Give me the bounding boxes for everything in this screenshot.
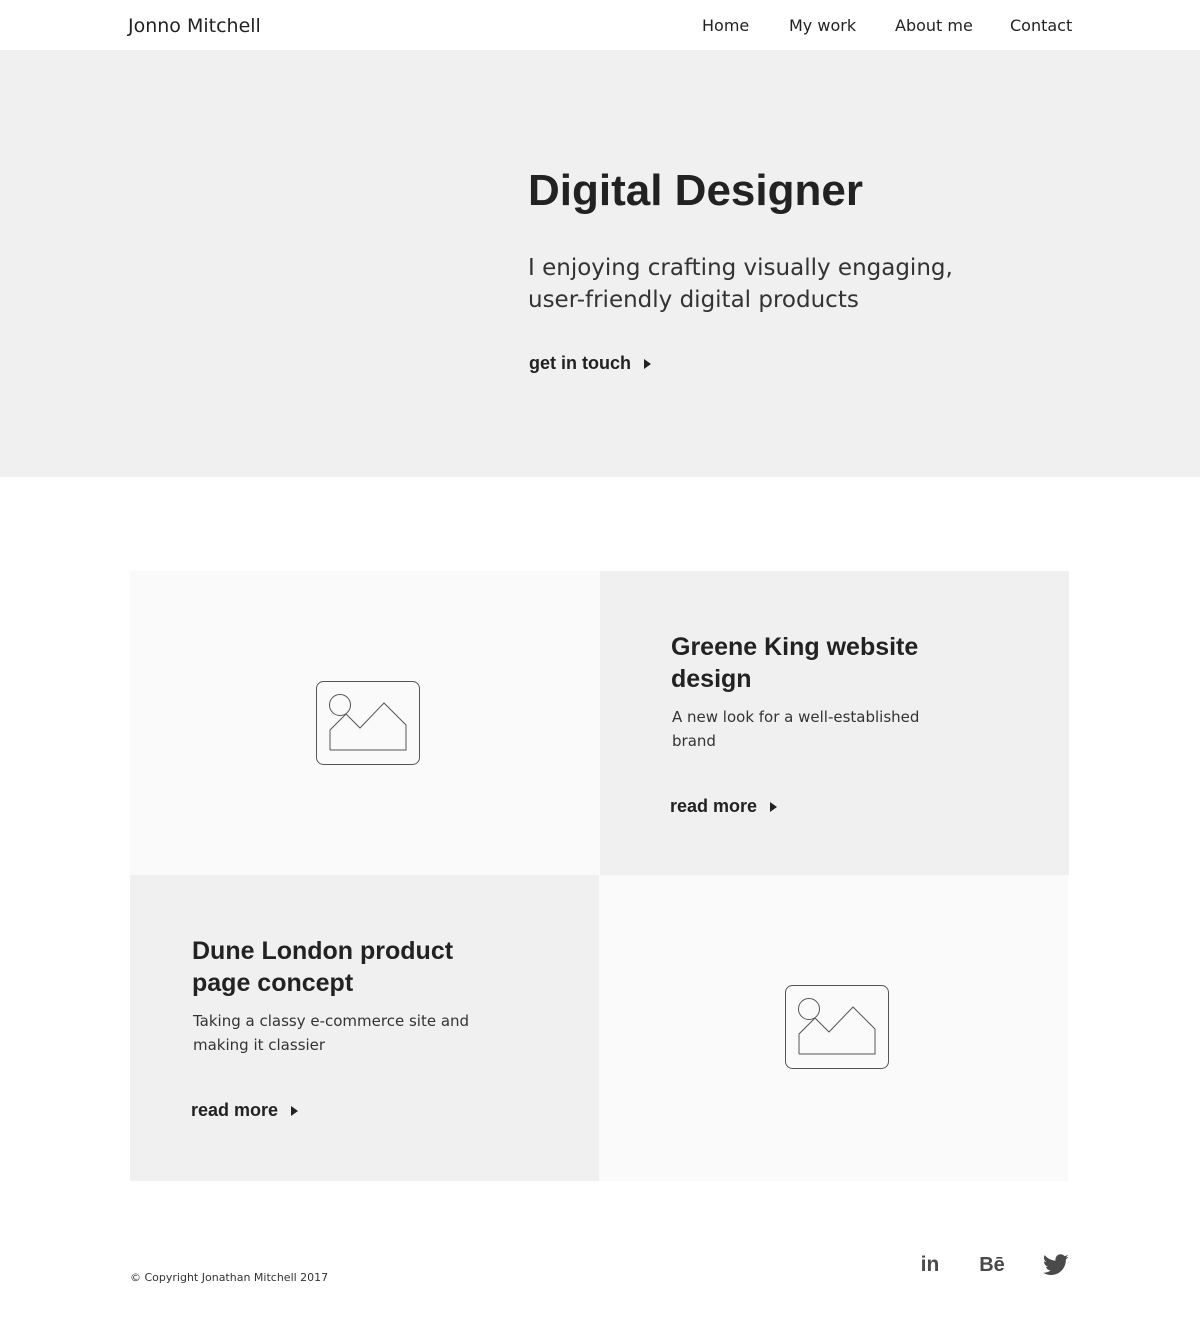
- copyright-text: © Copyright Jonathan Mitchell 2017: [130, 1271, 329, 1284]
- image-placeholder-icon: [316, 681, 420, 765]
- project-card-greene-king: Greene King website design A new look fo…: [600, 571, 1069, 875]
- project-description: A new look for a well-established brand: [672, 708, 920, 750]
- site-header: Jonno Mitchell Home My work About me Con…: [0, 0, 1200, 50]
- get-in-touch-link[interactable]: get in touch: [529, 353, 651, 374]
- hero-section: Digital Designer I enjoying crafting vis…: [0, 50, 1200, 477]
- project-title: Greene King website design: [671, 633, 919, 693]
- nav-home[interactable]: Home: [702, 16, 749, 35]
- arrow-right-icon: [644, 358, 651, 369]
- project-image-dune-london: [599, 875, 1068, 1181]
- hero-subtitle: I enjoying crafting visually engaging, u…: [528, 255, 953, 313]
- project-description: Taking a classy e-commerce site and maki…: [193, 1012, 470, 1054]
- project-image-greene-king: [130, 571, 600, 875]
- read-more-link[interactable]: read more: [191, 1100, 299, 1121]
- read-more-link[interactable]: read more: [670, 796, 778, 817]
- project-title: Dune London product page concept: [192, 937, 454, 997]
- read-more-label: read more: [670, 796, 758, 816]
- get-in-touch-label: get in touch: [529, 353, 631, 373]
- linkedin-icon[interactable]: in: [915, 1252, 945, 1278]
- twitter-bird-icon: [1043, 1254, 1069, 1275]
- nav-about-me[interactable]: About me: [895, 16, 973, 35]
- brand-logo[interactable]: Jonno Mitchell: [128, 15, 261, 37]
- project-card-dune-london: Dune London product page concept Taking …: [130, 875, 599, 1181]
- arrow-right-icon: [291, 1105, 299, 1116]
- nav-my-work[interactable]: My work: [789, 16, 856, 35]
- twitter-icon[interactable]: [1043, 1252, 1069, 1278]
- hero-title: Digital Designer: [528, 166, 863, 215]
- arrow-right-icon: [770, 801, 778, 812]
- nav-contact[interactable]: Contact: [1010, 16, 1072, 35]
- site-footer: © Copyright Jonathan Mitchell 2017 in Bē: [0, 1181, 1200, 1324]
- image-placeholder-icon: [785, 985, 889, 1069]
- behance-icon[interactable]: Bē: [976, 1252, 1008, 1278]
- read-more-label: read more: [191, 1100, 279, 1120]
